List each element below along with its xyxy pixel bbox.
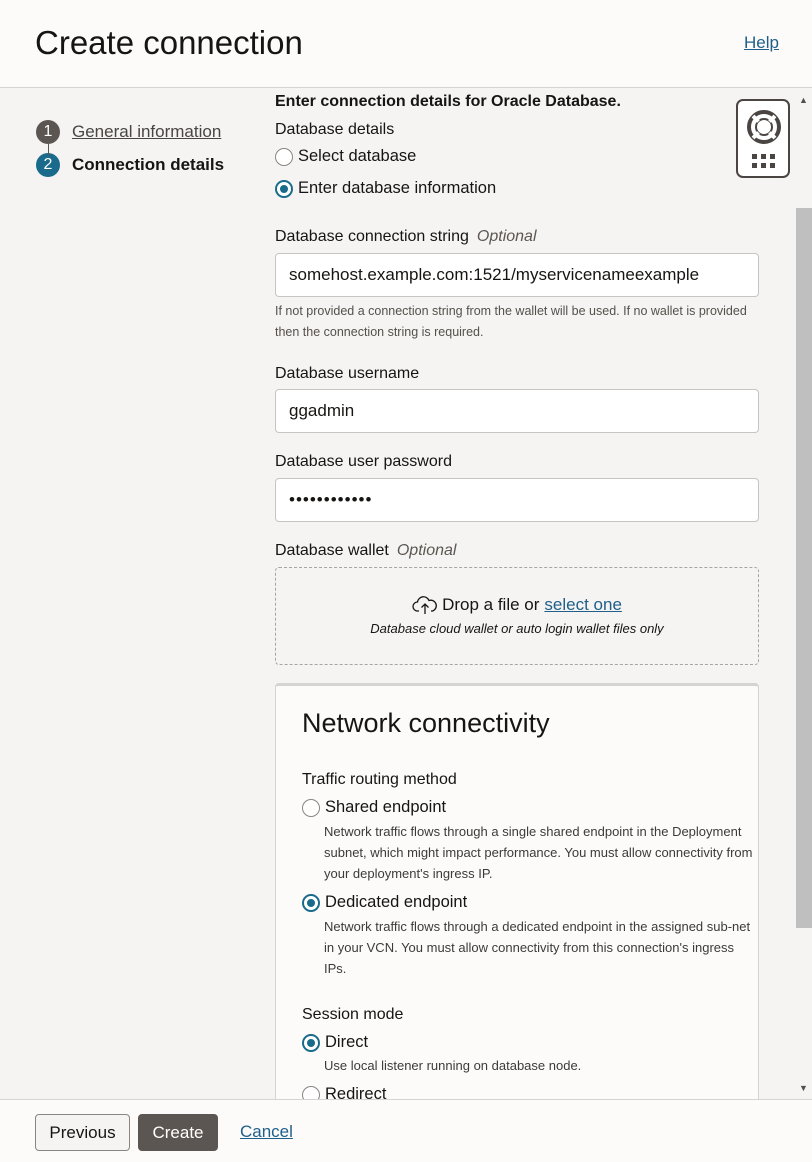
radio-shared-endpoint[interactable]: Shared endpoint: [302, 798, 446, 817]
previous-button[interactable]: Previous: [35, 1114, 130, 1151]
radio-redirect[interactable]: Redirect: [302, 1085, 386, 1099]
help-center-widget[interactable]: [736, 99, 790, 178]
session-mode-label: Session mode: [302, 1006, 404, 1023]
cloud-upload-icon: [412, 596, 437, 614]
connection-string-hint: If not provided a connection string from…: [275, 304, 747, 339]
radio-select-database[interactable]: Select database: [275, 147, 416, 166]
dropzone-prompt: Drop a file or select one: [276, 595, 758, 615]
radio-enter-database-information[interactable]: Enter database information: [275, 179, 496, 198]
dropzone-hint: Database cloud wallet or auto login wall…: [370, 621, 664, 636]
help-link[interactable]: Help: [744, 33, 779, 53]
network-title: Network connectivity: [302, 708, 550, 738]
database-password-input[interactable]: ••••••••••••: [275, 478, 759, 522]
scroll-down-arrow-icon[interactable]: ▼: [799, 1083, 808, 1093]
optional-tag: Optional: [396, 542, 457, 559]
drop-text: Drop a file or: [442, 595, 540, 614]
step-number: 1: [36, 119, 60, 144]
wallet-file-dropzone[interactable]: Drop a file or select one Database cloud…: [275, 567, 759, 665]
field-label: Database wallet: [275, 542, 389, 559]
step-label: Connection details: [72, 154, 225, 174]
wizard-steps: 1 General information 2 Connection detai…: [36, 115, 224, 181]
grid-dots-icon: [752, 154, 775, 168]
panel-body: 1 General information 2 Connection detai…: [0, 89, 812, 1099]
database-username-input[interactable]: ggadmin: [275, 389, 759, 433]
optional-tag: Optional: [476, 228, 537, 245]
radio-dedicated-endpoint[interactable]: Dedicated endpoint: [302, 893, 467, 912]
lifebuoy-icon: [747, 110, 781, 144]
scroll-up-arrow-icon[interactable]: ▲: [799, 95, 808, 105]
step-general-information[interactable]: 1 General information: [36, 115, 224, 148]
radio-button-selected[interactable]: [275, 179, 293, 198]
page-header: Create connection Help: [0, 0, 812, 88]
radio-label: Select database: [298, 147, 417, 165]
step-number: 2: [36, 152, 60, 177]
database-wallet-label: Database wallet Optional: [275, 542, 456, 560]
step-connection-details: 2 Connection details: [36, 148, 224, 181]
radio-button[interactable]: [302, 1085, 320, 1099]
connection-string-label: Database connection string Optional: [275, 228, 537, 246]
radio-button-selected[interactable]: [302, 1033, 320, 1052]
traffic-routing-label: Traffic routing method: [302, 771, 457, 788]
direct-description: Use local listener running on database n…: [324, 1058, 582, 1073]
vertical-scrollbar[interactable]: ▲ ▼: [796, 89, 812, 1099]
radio-button[interactable]: [275, 147, 293, 166]
radio-button[interactable]: [302, 798, 320, 817]
radio-label: Direct: [325, 1033, 369, 1051]
database-username-label: Database username: [275, 365, 420, 382]
radio-label: Shared endpoint: [325, 798, 447, 816]
radio-label: Dedicated endpoint: [325, 893, 468, 911]
connection-string-input[interactable]: somehost.example.com:1521/myservicenamee…: [275, 253, 759, 297]
network-connectivity-panel: Network connectivity Traffic routing met…: [275, 683, 759, 1099]
dedicated-endpoint-description: Network traffic flows through a dedicate…: [324, 919, 751, 976]
page-title: Create connection: [35, 24, 303, 61]
radio-button-selected[interactable]: [302, 893, 320, 912]
radio-label: Redirect: [325, 1085, 387, 1099]
footer-actions: Previous Create Cancel: [0, 1099, 812, 1162]
radio-label: Enter database information: [298, 179, 497, 197]
cancel-link[interactable]: Cancel: [240, 1122, 293, 1142]
step-label[interactable]: General information: [72, 122, 221, 142]
create-button[interactable]: Create: [138, 1114, 218, 1151]
section-title: Enter connection details for Oracle Data…: [275, 93, 621, 110]
scrollbar-thumb[interactable]: [796, 208, 812, 928]
database-details-label: Database details: [275, 121, 395, 138]
field-label: Database connection string: [275, 228, 469, 245]
database-password-label: Database user password: [275, 453, 452, 470]
step-connector: [48, 144, 49, 156]
radio-direct[interactable]: Direct: [302, 1033, 368, 1052]
select-file-link[interactable]: select one: [544, 595, 622, 615]
shared-endpoint-description: Network traffic flows through a single s…: [324, 824, 753, 881]
